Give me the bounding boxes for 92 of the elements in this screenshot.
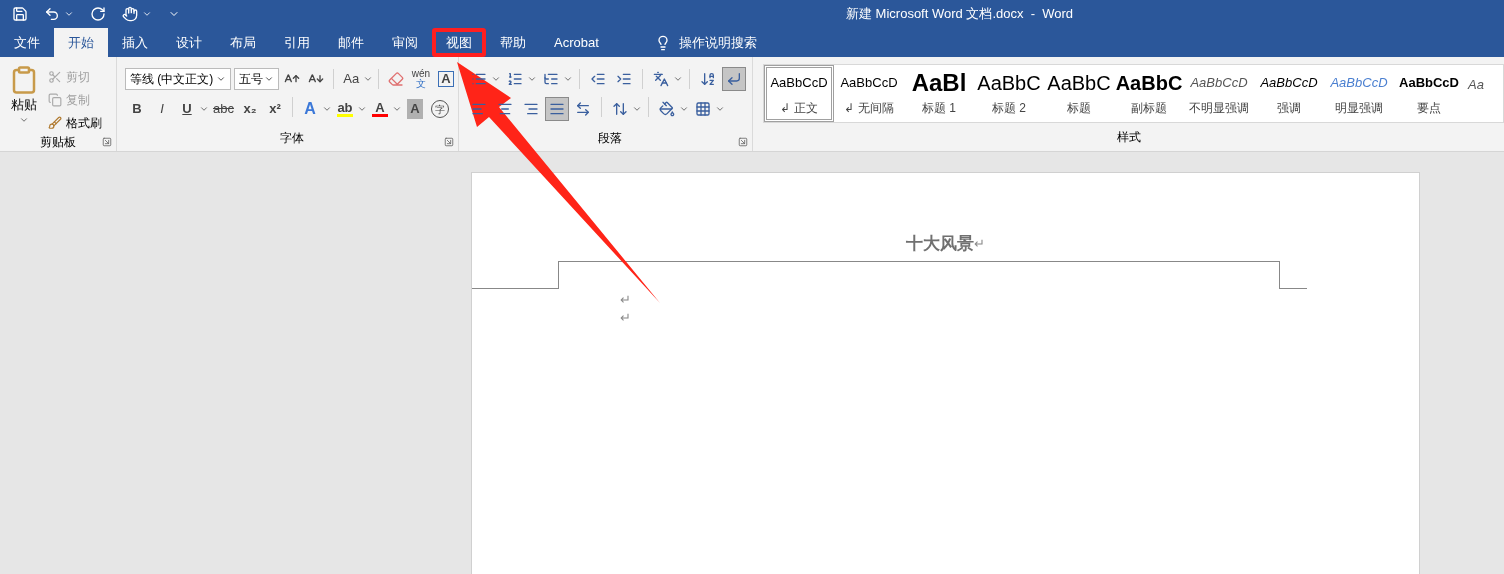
- style-item[interactable]: AaBbC 标题: [1044, 65, 1114, 122]
- ribbon-tab[interactable]: 设计: [162, 28, 216, 57]
- ribbon-tab[interactable]: 布局: [216, 28, 270, 57]
- group-label: 剪贴板: [40, 134, 76, 151]
- paragraph-mark: ↵: [974, 236, 985, 251]
- scissors-icon: [48, 70, 62, 84]
- group-label: 字体: [279, 130, 304, 147]
- font-format-button[interactable]: I: [150, 97, 174, 121]
- style-item[interactable]: AaBbC 副标题: [1114, 65, 1184, 122]
- align-right-icon: [523, 101, 539, 117]
- increase-indent-icon: [616, 71, 632, 87]
- dialog-launcher-icon[interactable]: [102, 137, 112, 147]
- font-format-button[interactable]: x²: [262, 97, 287, 121]
- line-spacing-icon: [612, 101, 628, 117]
- style-item[interactable]: AaBbCcD ↲ 正文: [764, 65, 834, 122]
- ribbon-tab[interactable]: 开始: [54, 28, 108, 57]
- tell-me-search[interactable]: 操作说明搜索: [678, 32, 757, 53]
- style-item[interactable]: AaBbCcD ↲ 无间隔: [834, 65, 904, 122]
- borders-icon: [695, 101, 711, 117]
- window-title: 新建 Microsoft Word 文档.docx - Word: [846, 5, 1074, 24]
- text-layout-icon: [653, 71, 669, 87]
- ribbon-tab[interactable]: 邮件: [324, 28, 378, 57]
- caret-icon[interactable]: [715, 104, 725, 114]
- caret-icon[interactable]: [679, 104, 689, 114]
- font-format-button[interactable]: A: [367, 97, 392, 121]
- caret-icon[interactable]: [363, 74, 374, 84]
- eraser-icon: [387, 71, 404, 87]
- ribbon-tab[interactable]: 帮助: [486, 28, 540, 57]
- style-item[interactable]: AaBbC 标题 2: [974, 65, 1044, 122]
- style-item[interactable]: AaBbCcD 明显强调: [1324, 65, 1394, 122]
- justify-icon: [549, 101, 565, 117]
- caret-icon[interactable]: [673, 74, 683, 84]
- caret-icon[interactable]: [563, 74, 573, 84]
- painter-button[interactable]: 格式刷: [48, 113, 102, 133]
- style-item[interactable]: Aa: [1464, 65, 1488, 122]
- ribbon-tab[interactable]: Acrobat: [540, 28, 613, 57]
- align-left-icon: [471, 101, 487, 117]
- ribbon-tab[interactable]: 文件: [0, 28, 54, 57]
- justify-button[interactable]: [545, 97, 569, 121]
- brush-icon: [48, 116, 62, 130]
- dialog-launcher-icon[interactable]: [444, 137, 454, 147]
- paragraph-mark: ↵: [620, 308, 631, 327]
- copy-icon: [48, 93, 62, 107]
- ribbon-tab[interactable]: 审阅: [378, 28, 432, 57]
- font-format-button[interactable]: U: [175, 97, 199, 121]
- font-format-button[interactable]: B: [125, 97, 149, 121]
- paragraph-marks-button[interactable]: [722, 67, 746, 91]
- font-format-button[interactable]: A: [434, 67, 459, 91]
- undo-icon[interactable]: [44, 6, 60, 22]
- font-format-button[interactable]: A: [297, 97, 322, 121]
- style-item[interactable]: AaBbCcD 强调: [1254, 65, 1324, 122]
- caret-icon[interactable]: [264, 74, 275, 84]
- group-label: 段落: [597, 130, 622, 147]
- caret-icon[interactable]: [215, 74, 226, 84]
- style-item[interactable]: AaBbCcD 要点: [1394, 65, 1464, 122]
- font-format-button[interactable]: abc: [210, 97, 237, 121]
- paste-button[interactable]: 粘贴: [8, 65, 40, 133]
- touch-mode-icon[interactable]: [122, 6, 138, 22]
- redo-icon[interactable]: [90, 6, 106, 22]
- sort-icon: [700, 71, 716, 87]
- font-format-button[interactable]: Aa: [339, 67, 364, 91]
- multilevel-list-icon: [543, 71, 559, 87]
- header-text: 十大风景: [906, 233, 974, 255]
- font-size-field[interactable]: 五号: [233, 68, 280, 90]
- align-center-icon: [497, 101, 513, 117]
- shading-icon: [659, 101, 675, 117]
- font-format-button[interactable]: x₂: [237, 97, 262, 121]
- paragraph-mark: ↵: [620, 290, 631, 309]
- dialog-launcher-icon[interactable]: [738, 137, 748, 147]
- caret-icon[interactable]: [491, 74, 501, 84]
- caret-icon[interactable]: [199, 104, 209, 114]
- font-format-button[interactable]: ab: [332, 97, 357, 121]
- caret-icon[interactable]: [321, 104, 332, 114]
- font-format-button[interactable]: wén 文: [408, 67, 434, 91]
- caret-icon[interactable]: [391, 104, 402, 114]
- caret-icon[interactable]: [142, 9, 152, 19]
- caret-icon[interactable]: [527, 74, 537, 84]
- style-item[interactable]: AaBl 标题 1: [904, 65, 974, 122]
- distributed-icon: [575, 101, 591, 117]
- caret-icon[interactable]: [632, 104, 642, 114]
- caret-icon[interactable]: [64, 9, 74, 19]
- group-label: 样式: [1116, 129, 1141, 146]
- bullets-icon: [471, 71, 487, 87]
- caret-icon[interactable]: [356, 104, 367, 114]
- ribbon-tab[interactable]: 插入: [108, 28, 162, 57]
- save-icon[interactable]: [12, 6, 28, 22]
- numbering-icon: [507, 71, 523, 87]
- ribbon-tab[interactable]: 引用: [270, 28, 324, 57]
- paragraph-marks-icon: [726, 71, 742, 87]
- style-item[interactable]: AaBbCcD 不明显强调: [1184, 65, 1254, 122]
- font-name-field[interactable]: 等线 (中文正文): [125, 68, 231, 90]
- decrease-indent-icon: [590, 71, 606, 87]
